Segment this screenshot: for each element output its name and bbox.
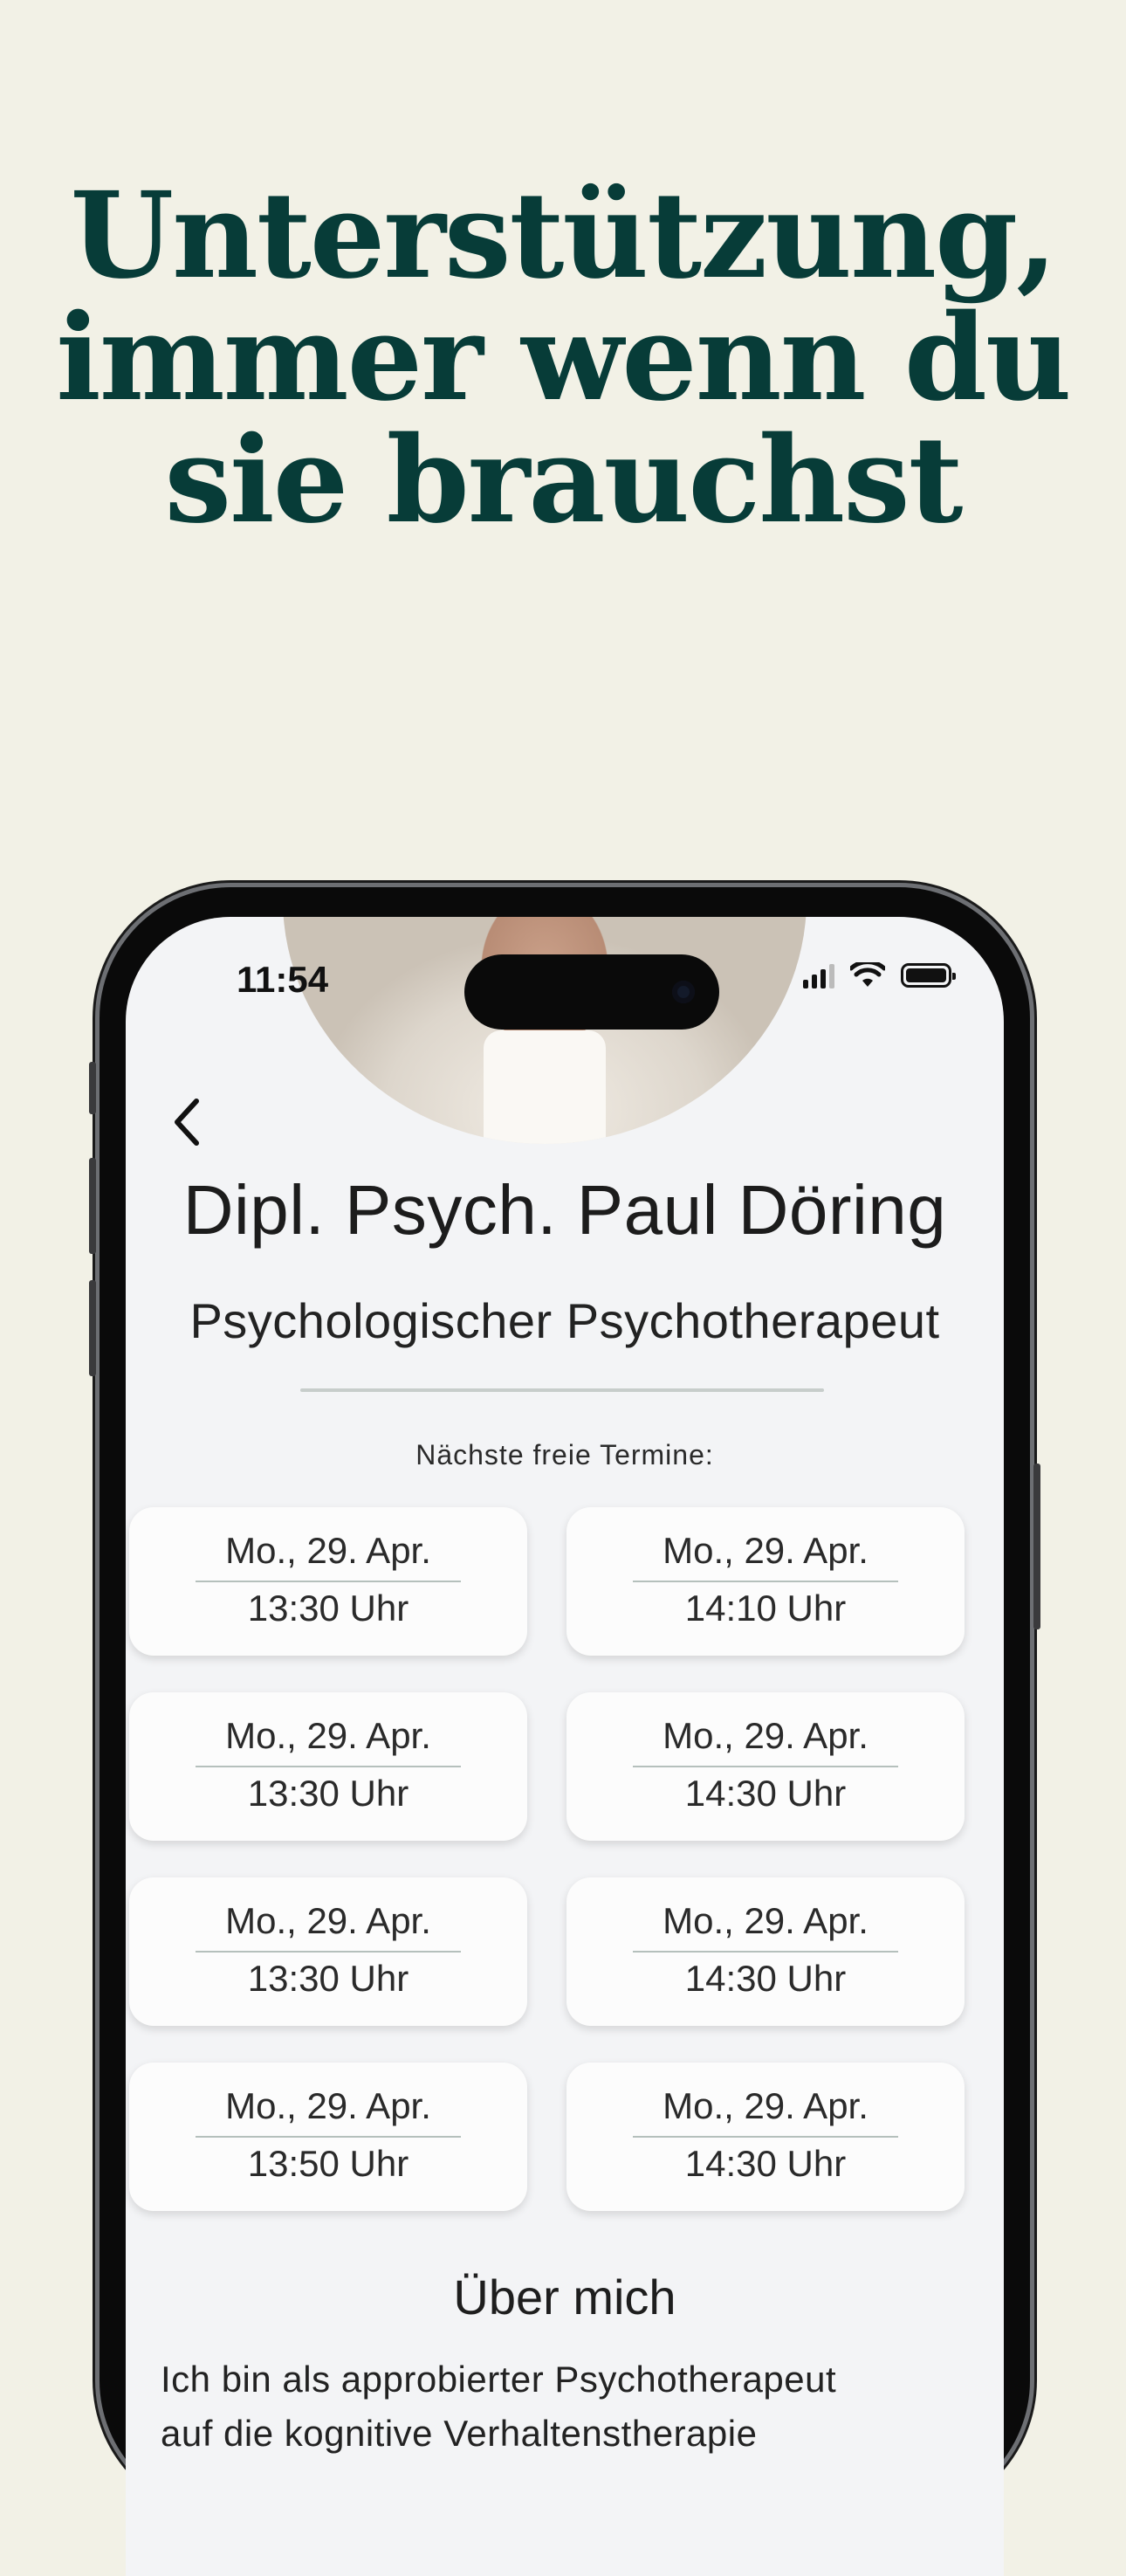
slot-time: 14:30 Uhr	[684, 1773, 847, 1814]
status-time: 11:54	[237, 959, 329, 1000]
marketing-headline: Unterstützung, immer wenn du sie brauchs…	[0, 175, 1126, 541]
cellular-signal-icon	[803, 962, 834, 988]
about-title: Über mich	[453, 2269, 676, 2325]
appointment-slot[interactable]: Mo., 29. Apr. 14:10 Uhr	[566, 1507, 965, 1656]
headline-line-2: immer wenn du	[56, 288, 1072, 428]
slot-date: Mo., 29. Apr.	[225, 1715, 431, 1756]
app-screen: 11:54 Dipl. Psych. Paul Döring Psycholog…	[126, 917, 1004, 2576]
volume-down-button	[89, 1280, 96, 1376]
divider	[300, 1388, 824, 1392]
slot-date: Mo., 29. Apr.	[225, 1530, 431, 1571]
slot-date: Mo., 29. Apr.	[225, 2085, 431, 2126]
dynamic-island	[464, 954, 719, 1030]
slot-time: 13:50 Uhr	[247, 2143, 409, 2184]
appointment-slot[interactable]: Mo., 29. Apr. 14:30 Uhr	[566, 2063, 965, 2211]
slot-time: 14:30 Uhr	[684, 1958, 847, 1999]
about-text-line: auf die kognitive Verhaltenstherapie	[161, 2413, 758, 2454]
wifi-icon	[850, 962, 885, 987]
volume-up-button	[89, 1158, 96, 1254]
appointment-slot[interactable]: Mo., 29. Apr. 13:30 Uhr	[129, 1877, 527, 2026]
back-button[interactable]	[161, 1092, 213, 1153]
appointment-slot[interactable]: Mo., 29. Apr. 14:30 Uhr	[566, 1692, 965, 1841]
about-text-line: Ich bin als approbierter Psychotherapeut	[161, 2359, 837, 2400]
appointment-slot[interactable]: Mo., 29. Apr. 14:30 Uhr	[566, 1877, 965, 2026]
slot-time: 13:30 Uhr	[247, 1958, 409, 1999]
slot-date: Mo., 29. Apr.	[663, 2085, 869, 2126]
phone-frame: 11:54 Dipl. Psych. Paul Döring Psycholog…	[89, 887, 1040, 2576]
power-button	[1033, 1464, 1040, 1629]
mute-switch	[89, 1062, 96, 1114]
appointments-label: Nächste freie Termine:	[415, 1439, 714, 1471]
appointment-slot[interactable]: Mo., 29. Apr. 13:30 Uhr	[129, 1507, 527, 1656]
slot-time: 13:30 Uhr	[247, 1773, 409, 1814]
appointment-slot[interactable]: Mo., 29. Apr. 13:50 Uhr	[129, 2063, 527, 2211]
headline-line-3: sie brauchst	[164, 410, 964, 550]
slot-date: Mo., 29. Apr.	[663, 1900, 869, 1941]
slot-date: Mo., 29. Apr.	[663, 1530, 869, 1571]
status-icons	[803, 962, 956, 988]
chevron-left-icon	[175, 1099, 199, 1146]
battery-icon	[901, 963, 956, 988]
headline-line-1: Unterstützung,	[70, 166, 1058, 306]
therapist-role: Psychologischer Psychotherapeut	[189, 1293, 940, 1348]
appointment-slot[interactable]: Mo., 29. Apr. 13:30 Uhr	[129, 1692, 527, 1841]
slot-date: Mo., 29. Apr.	[225, 1900, 431, 1941]
slot-date: Mo., 29. Apr.	[663, 1715, 869, 1756]
about-text: Ich bin als approbierter Psychotherapeut…	[161, 2352, 981, 2461]
slot-time: 14:10 Uhr	[684, 1588, 847, 1629]
therapist-name: Dipl. Psych. Paul Döring	[182, 1171, 947, 1249]
camera-icon	[672, 981, 695, 1003]
slot-time: 14:30 Uhr	[684, 2143, 847, 2184]
therapist-photo	[283, 917, 807, 1144]
slot-time: 13:30 Uhr	[247, 1588, 409, 1629]
